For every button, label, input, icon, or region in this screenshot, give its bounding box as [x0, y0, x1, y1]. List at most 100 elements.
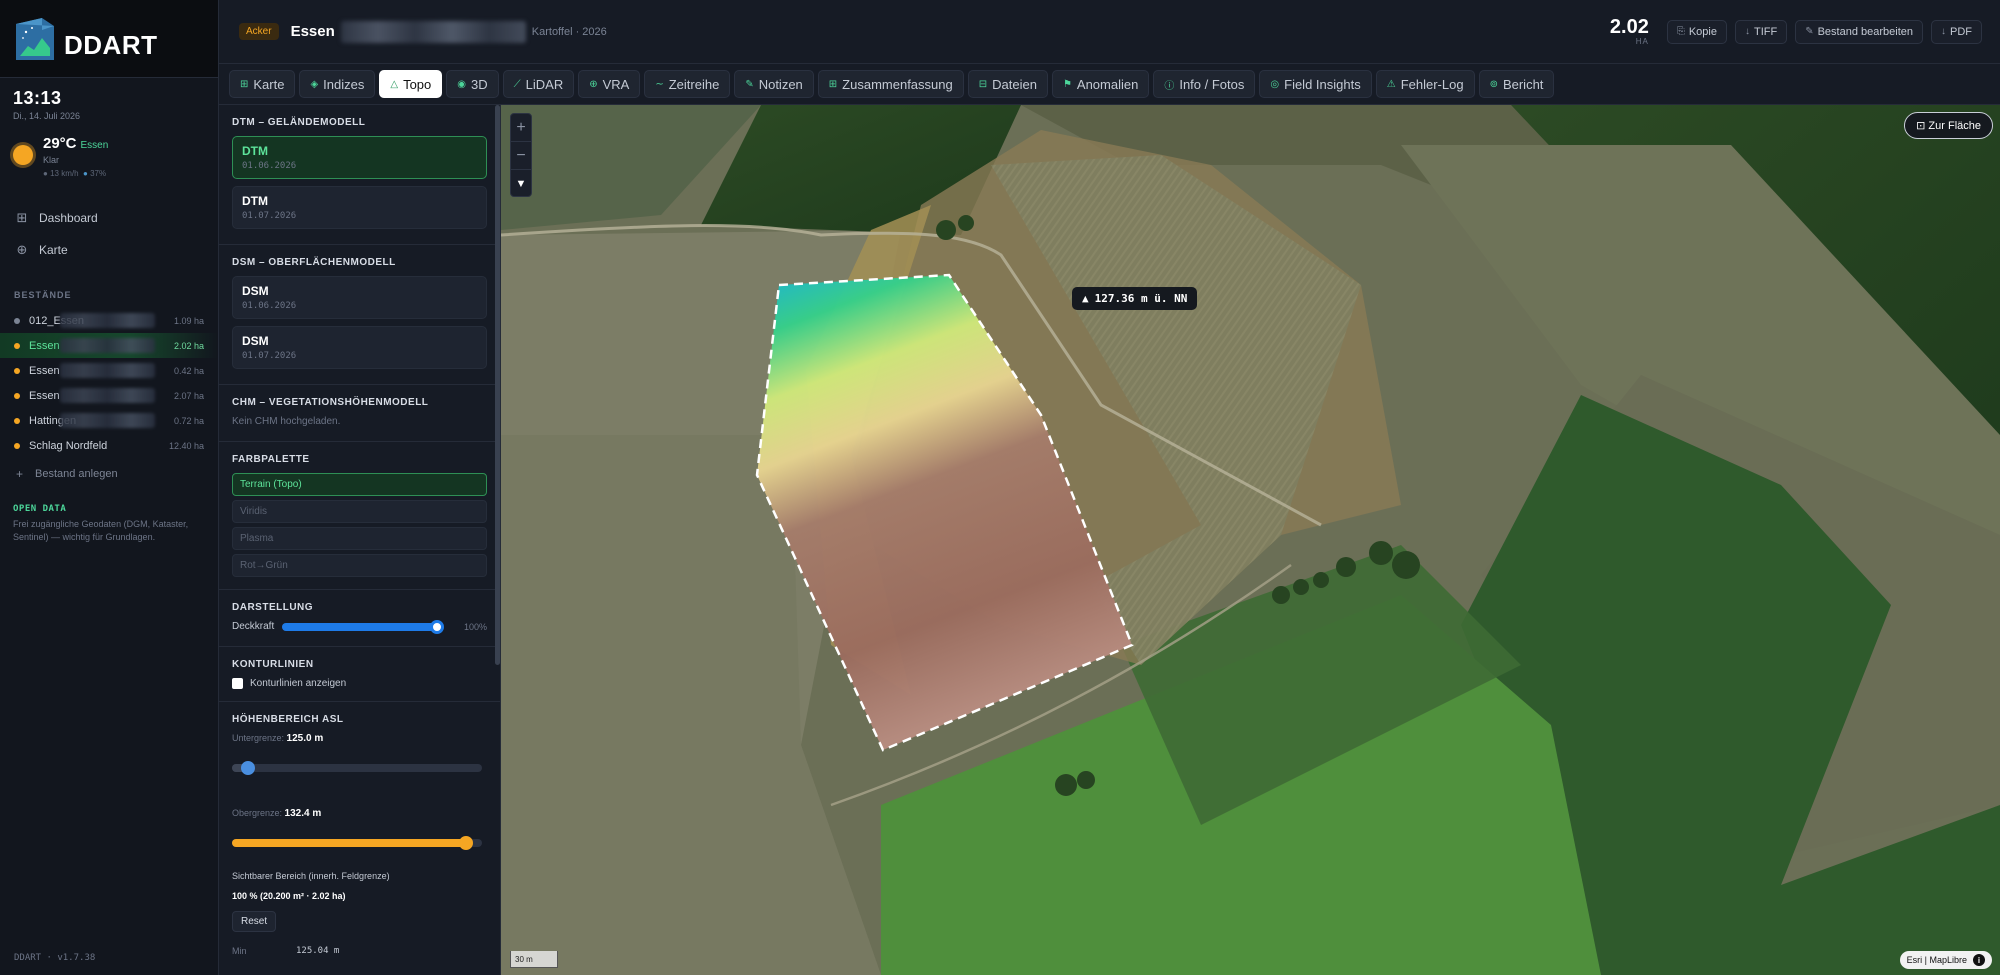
redacted-stand-name [60, 388, 155, 403]
globe-icon: ⊕ [16, 242, 28, 257]
stand-area: 2.02 ha [173, 340, 204, 351]
dtm-section: DTM – GELÄNDEMODELL DTM 01.06.2026 DTM 0… [219, 105, 500, 245]
tab-label: Topo [403, 76, 432, 92]
contour-toggle-row[interactable]: Konturlinien anzeigen [232, 678, 487, 689]
zoom-in-button[interactable]: + [511, 114, 531, 142]
stand-item[interactable]: Schlag Nordfeld 12.40 ha [0, 433, 218, 458]
tab-icon: ⊞ [240, 78, 249, 90]
copy-button[interactable]: ⎘ Kopie [1666, 19, 1727, 44]
stand-item[interactable]: Essen 2.02 ha [0, 333, 218, 358]
open-data-title[interactable]: OPEN DATA [0, 488, 218, 518]
tab-notizen[interactable]: ✎ Notizen [734, 70, 814, 98]
stand-item[interactable]: 012_Essen 1.09 ha [0, 308, 218, 333]
tab-fehler-log[interactable]: ⚠ Fehler-Log [1375, 70, 1475, 98]
tab-label: Dateien [992, 76, 1037, 92]
brand[interactable]: DDART [0, 0, 218, 78]
palette-option[interactable]: Terrain (Topo) [232, 473, 487, 496]
tab-karte[interactable]: ⊞ Karte [229, 70, 296, 98]
compass-button[interactable]: ▼ [511, 170, 531, 198]
upper-bound-value: 132.4 m [284, 808, 322, 819]
copy-icon: ⎘ [1676, 26, 1685, 37]
nav-item-dashboard[interactable]: ⊞ Dashboard [0, 202, 218, 234]
app-root: DDART 13:13 Di., 14. Juli 2026 29°C Essen… [0, 0, 2000, 975]
palette-option[interactable]: Plasma [232, 527, 487, 550]
tab-icon: ⟋ [513, 78, 521, 90]
upper-slider-handle[interactable] [459, 836, 473, 850]
map-view[interactable]: + − ▼ ▲ 127.36 m ü. NN ⊡ Zur Fläche 30 m… [501, 105, 2000, 975]
tab-zeitreihe[interactable]: ∼ Zeitreihe [644, 70, 731, 98]
satellite-map[interactable] [501, 105, 2000, 975]
nav-item-label: Karte [39, 243, 68, 257]
tab-anomalien[interactable]: ⚑ Anomalien [1051, 70, 1150, 98]
tab-dateien[interactable]: ⊟ Dateien [967, 70, 1048, 98]
stand-item[interactable]: Essen 2.07 ha [0, 383, 218, 408]
add-stand-button[interactable]: + Bestand anlegen [0, 460, 218, 488]
chm-empty-text: Kein CHM hochgeladen. [232, 416, 341, 427]
dsm-section: DSM – OBERFLÄCHENMODELL DSM 01.06.2026 D… [219, 245, 500, 385]
tab-field-insights[interactable]: ◎ Field Insights [1259, 70, 1372, 98]
zoom-to-field-button[interactable]: ⊡ Zur Fläche [1904, 112, 1993, 139]
upper-slider-fill [232, 839, 466, 847]
min-row: Min 125.04 m [232, 946, 487, 956]
tab-icon: ⓘ [1164, 80, 1175, 92]
upper-bound-slider[interactable] [232, 836, 482, 850]
tab-3d[interactable]: ◉ 3D [446, 70, 499, 98]
tab-zusammenfassung[interactable]: ⊞ Zusammenfassung [817, 70, 964, 98]
stand-status-dot [14, 442, 20, 449]
tab-info-fotos[interactable]: ⓘ Info / Fotos [1153, 70, 1256, 98]
display-section: DARSTELLUNG Deckkraft 100% [219, 590, 500, 647]
stand-area: 0.42 ha [173, 365, 204, 376]
tab-indizes[interactable]: ◈ Indizes [299, 70, 376, 98]
lower-bound-label: Untergrenze: 125.0 m [232, 733, 324, 744]
stand-status-dot [14, 317, 20, 324]
tab-lidar[interactable]: ⟋ LiDAR [502, 70, 575, 98]
stand-item[interactable]: Hattingen 0.72 ha [0, 408, 218, 433]
dsm-card[interactable]: DSM 01.07.2026 [232, 326, 487, 369]
zoom-out-button[interactable]: − [511, 142, 531, 170]
tab-vra[interactable]: ⊕ VRA [578, 70, 641, 98]
panel-scrollbar[interactable] [495, 105, 500, 665]
map-scale-bar: 30 m [510, 951, 558, 968]
tiff-download-button[interactable]: ↓ TIFF [1734, 19, 1788, 44]
field-header: Acker Essen Kartoffel · 2026 2.02 HA ⎘ Ko… [219, 0, 2000, 64]
dtm-card[interactable]: DTM 01.06.2026 [232, 136, 487, 179]
dtm-card[interactable]: DTM 01.07.2026 [232, 186, 487, 229]
dsm-card-date: 01.07.2026 [242, 351, 297, 361]
elevation-range-section: HÖHENBEREICH ASL Untergrenze: 125.0 m Ob… [219, 702, 500, 964]
tab-icon: ⚠ [1386, 78, 1396, 90]
opacity-slider-handle[interactable] [430, 619, 444, 634]
tab-topo[interactable]: △ Topo [379, 70, 443, 98]
dsm-card-date: 01.06.2026 [242, 301, 297, 311]
stand-item[interactable]: Essen 0.42 ha [0, 358, 218, 383]
tab-icon: ⊕ [589, 78, 598, 90]
lower-bound-slider[interactable] [232, 761, 482, 775]
map-attribution-text[interactable]: Esri | MapLibre [1907, 955, 1967, 965]
tab-icon: ⊟ [978, 78, 988, 90]
contour-checkbox[interactable] [232, 678, 243, 689]
palette-option[interactable]: Rot→Grün [232, 554, 487, 577]
tab-icon: ◈ [310, 78, 319, 90]
tab-bericht[interactable]: ⊚ Bericht [1478, 70, 1555, 98]
tab-icon: ⊚ [1489, 78, 1498, 90]
palette-section: FARBPALETTE Terrain (Topo) Viridis Plasma R… [219, 442, 500, 590]
sidebar: DDART 13:13 Di., 14. Juli 2026 29°C Essen… [0, 0, 219, 975]
contour-title: KONTURLINIEN [232, 659, 314, 670]
tab-label: Karte [253, 76, 285, 92]
dsm-card[interactable]: DSM 01.06.2026 [232, 276, 487, 319]
reset-button[interactable]: Reset [232, 911, 277, 932]
app-version: DDART · v1.7.38 [14, 953, 96, 963]
info-icon[interactable]: i [1973, 954, 1985, 966]
opacity-slider[interactable] [282, 619, 444, 634]
weather-widget: 29°C Essen Klar ● 13 km/h ● 37% [0, 121, 218, 178]
upper-bound-label: Obergrenze: 132.4 m [232, 808, 322, 819]
zoom-to-field-label: Zur Fläche [1928, 120, 1981, 132]
palette-option[interactable]: Viridis [232, 500, 487, 523]
contour-section: KONTURLINIEN Konturlinien anzeigen [219, 647, 500, 702]
nav-item-karte[interactable]: ⊕ Karte [0, 234, 218, 266]
dsm-card-name: DSM [242, 334, 269, 348]
edit-stand-button[interactable]: ✎ Bestand bearbeiten [1795, 19, 1923, 44]
header-actions: 2.02 HA ⎘ Kopie ↓ TIFF ✎ Bestand bearbeiten… [1610, 17, 2000, 46]
pdf-download-button[interactable]: ↓ PDF [1931, 19, 1982, 44]
tab-icon: ◎ [1270, 78, 1280, 90]
lower-slider-handle[interactable] [241, 761, 255, 775]
